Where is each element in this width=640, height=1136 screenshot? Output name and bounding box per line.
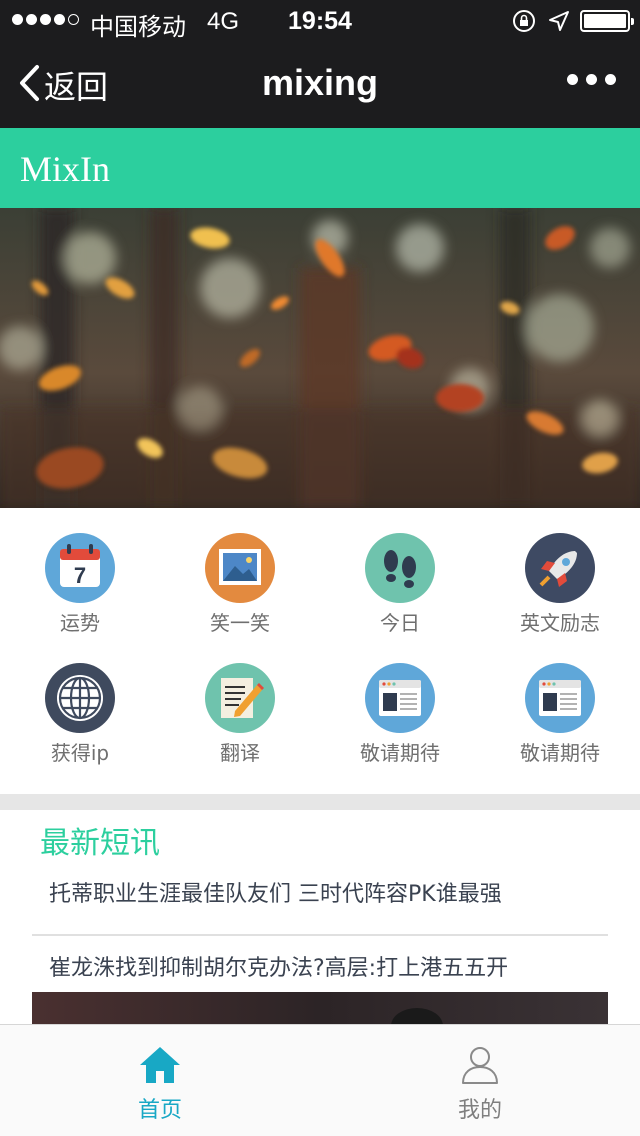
feature-label: 笑一笑	[210, 611, 270, 635]
calendar-icon: 7	[45, 533, 115, 603]
footprints-icon	[365, 533, 435, 603]
brand-title: MixIn	[20, 149, 110, 189]
user-icon	[400, 1045, 560, 1090]
news-section: 最新短讯 托蒂职业生涯最佳队友们 三时代阵容PK谁最强 崔龙洙找到抑制胡尔克办法…	[0, 810, 640, 1024]
rotation-lock-icon	[512, 9, 536, 38]
brand-header: MixIn	[0, 128, 640, 208]
rocket-icon	[525, 533, 595, 603]
status-time: 19:54	[288, 7, 352, 35]
feature-today[interactable]: 今日	[320, 508, 480, 635]
tab-label: 首页	[137, 1098, 182, 1123]
news-title: 崔龙洙找到抑制胡尔克办法?高层:打上港五五开	[49, 956, 509, 981]
feature-coming-soon-2[interactable]: 敬请期待	[480, 638, 640, 765]
tab-bar: 首页 我的	[0, 1024, 640, 1136]
feature-label: 运势	[60, 611, 100, 635]
home-icon	[80, 1045, 240, 1090]
feature-fortune[interactable]: 7 运势	[0, 508, 160, 635]
globe-icon	[45, 663, 115, 733]
status-bar: 中国移动 4G 19:54	[0, 0, 640, 41]
browser-window-icon	[365, 663, 435, 733]
feature-english-motivation[interactable]: 英文励志	[480, 508, 640, 635]
feature-label: 获得ip	[50, 741, 110, 765]
svg-text:7: 7	[74, 563, 86, 588]
banner-image[interactable]	[0, 208, 640, 508]
news-item[interactable]: 托蒂职业生涯最佳队友们 三时代阵容PK谁最强	[32, 876, 608, 936]
page-title: mixing	[261, 62, 378, 103]
navigation-bar: 返回 mixing	[0, 40, 640, 128]
news-thumbnail[interactable]	[32, 992, 608, 1024]
browser-window-icon	[525, 663, 595, 733]
feature-get-ip[interactable]: 获得ip	[0, 638, 160, 765]
news-title: 托蒂职业生涯最佳队友们 三时代阵容PK谁最强	[49, 882, 502, 907]
tab-home[interactable]: 首页	[80, 1025, 240, 1136]
feature-coming-soon-1[interactable]: 敬请期待	[320, 638, 480, 765]
feature-translate[interactable]: 翻译	[160, 638, 320, 765]
feature-label: 敬请期待	[360, 741, 440, 765]
notepad-pencil-icon	[205, 663, 275, 733]
feature-jokes[interactable]: 笑一笑	[160, 508, 320, 635]
picture-icon	[205, 533, 275, 603]
news-heading: 最新短讯	[40, 826, 160, 861]
tab-label: 我的	[457, 1098, 502, 1123]
more-options-button[interactable]	[567, 74, 616, 85]
section-divider	[0, 794, 640, 810]
feature-label: 敬请期待	[520, 741, 600, 765]
location-arrow-icon	[547, 9, 571, 38]
feature-label: 翻译	[220, 741, 260, 765]
tab-mine[interactable]: 我的	[400, 1025, 560, 1136]
battery-icon	[580, 10, 634, 32]
feature-grid: 7 运势 笑一笑 今日 英文励志 获得ip 翻译 敬请期待 敬请期待	[0, 508, 640, 794]
feature-label: 英文励志	[520, 611, 600, 635]
feature-label: 今日	[380, 611, 420, 635]
